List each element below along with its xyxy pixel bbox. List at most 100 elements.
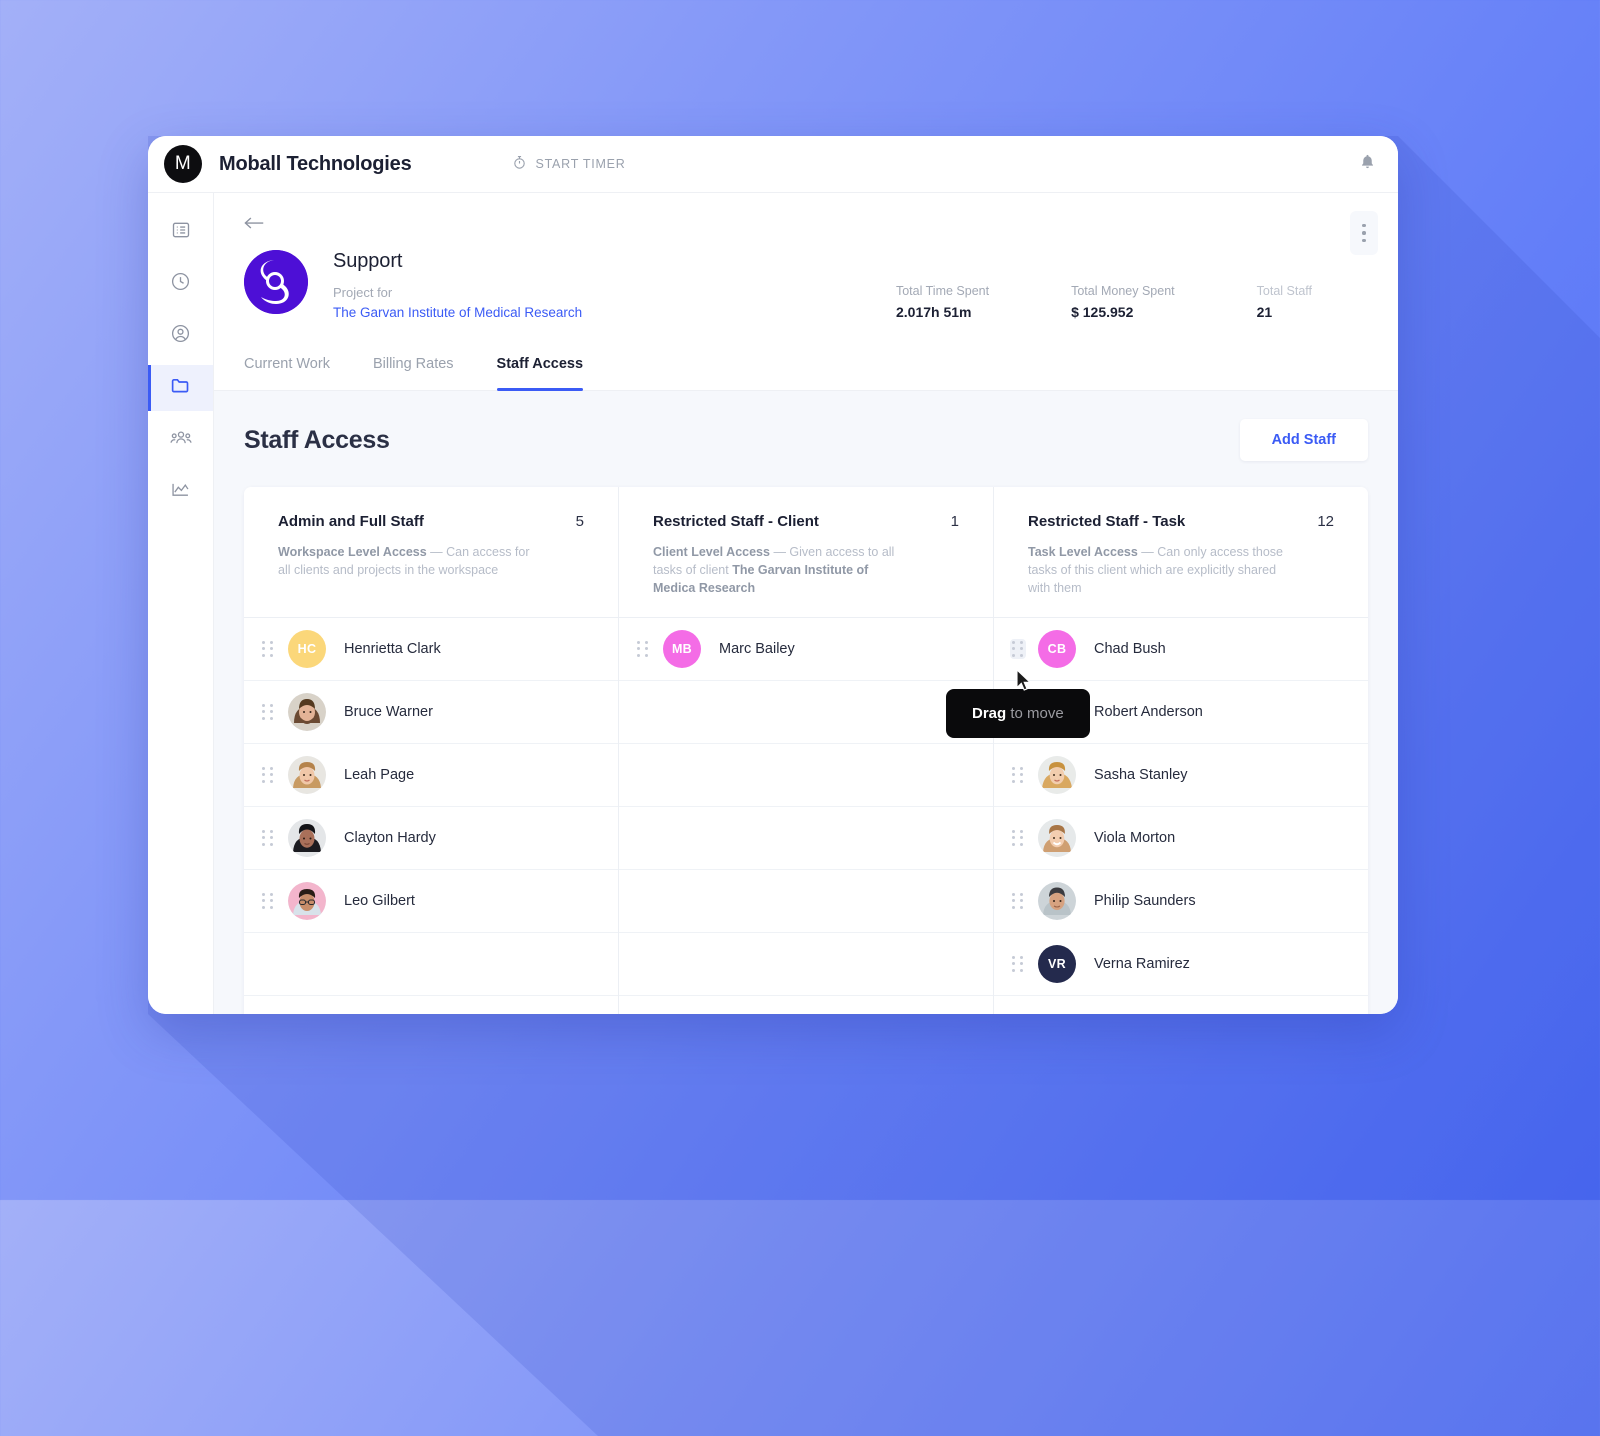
staff-name: Robert Anderson [1094,704,1203,720]
main-panel: Support Project for The Garvan Institute… [214,193,1398,1014]
content-header: Staff Access Add Staff [244,419,1368,461]
drag-handle-icon[interactable] [260,891,276,911]
column-count: 12 [1317,513,1334,530]
table-row[interactable]: Sasha Stanley [994,744,1368,807]
avatar [288,756,326,794]
content-area: Staff Access Add Staff Admin and Full St… [214,391,1398,1014]
staff-name: Clayton Hardy [344,830,436,846]
column-description-bold: Client Level Access [653,545,770,559]
stat-total-time-spent: Total Time Spent 2.017h 51m [896,284,989,320]
stat-label: Total Staff [1256,284,1312,298]
avatar [288,693,326,731]
avatar: VR [1038,945,1076,983]
back-button[interactable] [244,215,266,234]
column-rows: CB Chad Bush Robert Anderson Sasha Stanl… [994,617,1368,996]
staff-name: Marc Bailey [719,641,795,657]
notifications-button[interactable] [1359,153,1376,176]
column-description: Workspace Level Access — Can access for … [278,543,538,579]
sidebar-item-team[interactable] [148,417,213,463]
avatar [1038,882,1076,920]
avatar-initials: HC [297,642,317,656]
staff-name: Henrietta Clark [344,641,441,657]
table-row-empty [619,744,993,807]
staff-name: Bruce Warner [344,704,433,720]
table-row[interactable]: CB Chad Bush [994,618,1368,681]
staff-name: Viola Morton [1094,830,1176,846]
table-row[interactable]: Bruce Warner [244,681,618,744]
tooltip-bold-text: Drag [972,705,1007,722]
avatar [288,882,326,920]
drag-handle-icon[interactable] [260,828,276,848]
column-title: Admin and Full Staff [278,513,424,530]
column-description: Client Level Access — Given access to al… [653,543,913,597]
page-title: Support [333,250,403,272]
table-row[interactable]: Viola Morton [994,807,1368,870]
table-row[interactable]: MB Marc Bailey [619,618,993,681]
workspace-logo[interactable]: M [164,145,202,183]
drag-handle-icon[interactable] [635,639,651,659]
project-for-label: Project for [333,285,393,300]
sidebar-item-list[interactable] [148,209,213,255]
table-row-empty [244,933,618,996]
avatar [288,819,326,857]
column-rows: MB Marc Bailey [619,617,993,996]
table-row-empty [619,870,993,933]
sidebar-item-time[interactable] [148,261,213,307]
drag-handle-icon[interactable] [260,639,276,659]
avatar-initials: CB [1047,642,1067,656]
stat-total-money-spent: Total Money Spent $ 125.952 [1071,284,1175,320]
sidebar-item-reports[interactable] [148,469,213,515]
add-staff-button[interactable]: Add Staff [1239,419,1368,461]
column-description-bold: Workspace Level Access [278,545,427,559]
tab-bar: Current Work Billing Rates Staff Access [214,350,1398,391]
drag-handle-icon[interactable] [1010,954,1026,974]
avatar [1038,756,1076,794]
column-restricted-staff-task: Restricted Staff - Task 12 Task Level Ac… [994,487,1368,1014]
sidebar-item-projects[interactable] [148,365,213,411]
drag-handle-icon[interactable] [1010,765,1026,785]
column-restricted-staff-client: Restricted Staff - Client 1 Client Level… [619,487,994,1014]
table-row[interactable]: VR Verna Ramirez [994,933,1368,996]
stat-total-staff: Total Staff 21 [1257,284,1312,320]
table-row[interactable]: Leah Page [244,744,618,807]
table-row[interactable]: Clayton Hardy [244,807,618,870]
staff-name: Philip Saunders [1094,893,1196,909]
more-vertical-icon[interactable] [1350,211,1378,255]
column-count: 5 [575,513,584,530]
table-row[interactable]: HC Henrietta Clark [244,618,618,681]
stat-label: Total Time Spent [895,284,990,298]
stopwatch-icon [512,155,527,173]
tab-current-work[interactable]: Current Work [244,350,330,390]
drag-handle-icon[interactable] [1010,639,1026,659]
workspace-name: Moball Technologies [219,152,412,175]
avatar-initials: VR [1048,957,1066,971]
column-title: Restricted Staff - Task [1028,513,1186,530]
folder-icon [170,375,191,401]
drag-handle-icon[interactable] [260,702,276,722]
table-row[interactable]: Leo Gilbert [244,870,618,933]
staff-name: Leah Page [344,767,415,783]
column-header: Admin and Full Staff 5 Workspace Level A… [244,487,618,617]
project-header: Support Project for The Garvan Institute… [214,193,1398,320]
people-icon [169,428,192,453]
tab-staff-access[interactable]: Staff Access [496,350,583,391]
table-row[interactable]: Philip Saunders [994,870,1368,933]
drag-handle-icon[interactable] [1010,891,1026,911]
drag-handle-icon[interactable] [1010,828,1026,848]
sidebar-item-account[interactable] [148,313,213,359]
column-count: 1 [950,513,959,530]
clock-icon [170,271,191,297]
avatar: HC [288,630,326,668]
avatar-initials: MB [671,642,693,656]
project-client-link[interactable]: The Garvan Institute of Medical Research [333,305,582,320]
avatar [1038,819,1076,857]
stat-label: Total Money Spent [1071,284,1175,298]
project-spiral-logo [244,250,308,314]
drag-handle-icon[interactable] [260,765,276,785]
stat-value: $ 125.952 [1071,304,1134,320]
column-admin-and-full-staff: Admin and Full Staff 5 Workspace Level A… [244,487,619,1014]
column-description-bold: Task Level Access [1028,545,1138,559]
start-timer-button[interactable]: START TIMER [512,155,626,173]
tab-billing-rates[interactable]: Billing Rates [373,350,454,390]
column-description: Task Level Access — Can only access thos… [1028,543,1288,597]
